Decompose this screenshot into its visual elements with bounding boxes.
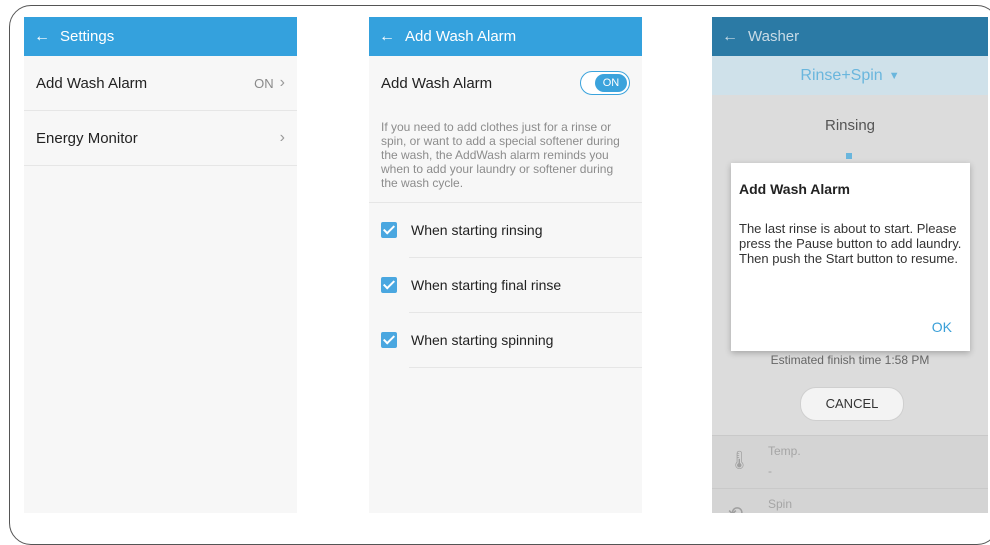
chevron-right-icon: ›	[279, 74, 285, 91]
description-text: If you need to add clothes just for a ri…	[381, 120, 620, 190]
progress-dial-marker	[846, 153, 852, 159]
appbar-title: Washer	[748, 28, 800, 45]
mode-selector[interactable]: Rinse+Spin ▼	[712, 56, 988, 95]
add-wash-alarm-screen: ← Add Wash Alarm Add Wash Alarm ON If yo…	[369, 17, 642, 513]
section-label: Spin	[768, 497, 793, 511]
option-when-starting-spinning[interactable]: When starting spinning	[369, 313, 642, 367]
section-label: Temp.	[768, 444, 801, 458]
dropdown-arrow-icon: ▼	[888, 69, 900, 82]
checkbox[interactable]	[381, 332, 397, 348]
toggle-knob: ON	[595, 74, 627, 92]
dialog-title: Add Wash Alarm	[739, 181, 850, 197]
appbar-title: Add Wash Alarm	[405, 28, 517, 45]
appbar-title: Settings	[60, 28, 115, 45]
appbar: ← Settings	[24, 17, 297, 56]
settings-screen: ← Settings Add Wash Alarm ON › Energy Mo…	[24, 17, 297, 513]
settings-item-label: Add Wash Alarm	[36, 74, 148, 92]
option-when-starting-rinsing[interactable]: When starting rinsing	[369, 203, 642, 257]
cancel-button[interactable]: CANCEL	[800, 387, 904, 421]
option-label: When starting rinsing	[411, 222, 543, 238]
ok-button[interactable]: OK	[932, 319, 952, 335]
mode-label: Rinse+Spin	[800, 66, 883, 84]
spin-section: ⟲ Spin	[712, 488, 988, 513]
divider	[24, 165, 297, 166]
add-wash-alarm-toggle[interactable]: ON	[580, 71, 630, 95]
divider	[409, 367, 642, 368]
checkbox[interactable]	[381, 222, 397, 238]
back-arrow-icon[interactable]: ←	[369, 28, 405, 46]
cycle-status: Rinsing	[824, 117, 876, 134]
chevron-right-icon: ›	[279, 129, 285, 146]
thermometer-icon: 🌡	[728, 450, 751, 470]
add-wash-alarm-dialog: Add Wash Alarm The last rinse is about t…	[731, 163, 970, 351]
checkbox[interactable]	[381, 277, 397, 293]
spin-icon: ⟲	[728, 503, 744, 513]
option-when-starting-final-rinse[interactable]: When starting final rinse	[369, 258, 642, 312]
dialog-message: The last rinse is about to start. Please…	[739, 221, 962, 266]
estimated-finish-time: Estimated finish time 1:58 PM	[770, 353, 930, 367]
section-value: -	[768, 464, 772, 478]
toggle-label: Add Wash Alarm	[381, 74, 493, 92]
appbar: ← Add Wash Alarm	[369, 17, 642, 56]
option-label: When starting final rinse	[411, 277, 562, 293]
toggle-row: Add Wash Alarm ON	[369, 56, 642, 110]
settings-item-energy-monitor[interactable]: Energy Monitor ›	[24, 111, 297, 165]
settings-item-value: ON	[254, 75, 274, 91]
appbar: ← Washer	[712, 17, 988, 56]
back-arrow-icon[interactable]: ←	[712, 28, 748, 46]
back-arrow-icon[interactable]: ←	[24, 28, 60, 46]
settings-item-add-wash-alarm[interactable]: Add Wash Alarm ON ›	[24, 56, 297, 110]
temp-section: 🌡 Temp. -	[712, 435, 988, 489]
option-label: When starting spinning	[411, 332, 554, 348]
washer-screen: ← Washer Rinse+Spin ▼ Rinsing Estimated …	[712, 17, 988, 513]
settings-item-label: Energy Monitor	[36, 129, 138, 147]
